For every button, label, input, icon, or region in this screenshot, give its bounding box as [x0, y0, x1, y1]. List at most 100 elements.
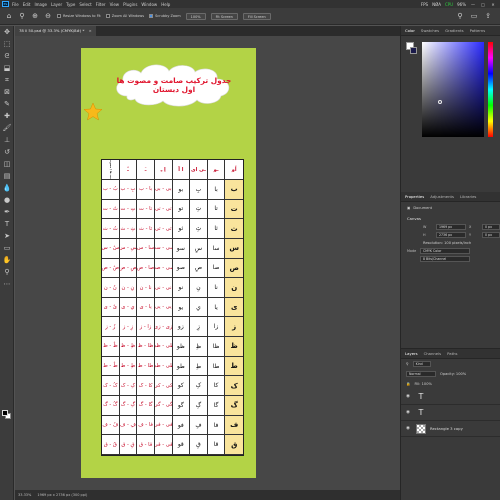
- mode-select[interactable]: CMYK Color: [420, 248, 470, 254]
- close-window-button[interactable]: ✕: [490, 2, 496, 7]
- layer-row[interactable]: ◉ T: [401, 405, 500, 421]
- table-cell: بی - بی: [154, 180, 173, 200]
- healing-brush-icon[interactable]: ✚: [0, 110, 14, 122]
- menu-plugins[interactable]: Plugins: [123, 2, 137, 7]
- zoom-100-button[interactable]: 100%: [185, 12, 206, 20]
- menu-edit[interactable]: Edit: [23, 2, 31, 7]
- height-field[interactable]: 2736 px: [436, 232, 466, 238]
- tab-paths[interactable]: Paths: [447, 351, 457, 356]
- home-icon[interactable]: ⌂: [5, 12, 13, 20]
- clone-stamp-icon[interactable]: ⊥: [0, 134, 14, 146]
- zoom-out-icon[interactable]: ⊖: [44, 12, 52, 20]
- tab-libraries[interactable]: Libraries: [460, 194, 476, 199]
- eraser-tool-icon[interactable]: ◫: [0, 158, 14, 170]
- artboard[interactable]: جدول ترکیب صامت و مصوت ها اول دبستان صام…: [81, 48, 256, 478]
- table-base-letter: ص: [225, 258, 243, 279]
- menu-select[interactable]: Select: [79, 2, 91, 7]
- pen-tool-icon[interactable]: ✒: [0, 206, 14, 218]
- zoom-level[interactable]: 33.33%: [18, 493, 31, 497]
- fill-control[interactable]: Fill: 100%: [414, 382, 431, 386]
- document-tab[interactable]: 78 ll 50.psd @ 33.3% (CMYK/8#) * ×: [15, 26, 96, 36]
- table-header: اِ ـِ: [154, 160, 173, 180]
- tab-properties[interactable]: Properties: [405, 194, 424, 199]
- tab-layers[interactable]: Layers: [405, 351, 418, 356]
- fill-screen-button[interactable]: Fill Screen: [242, 12, 271, 20]
- search-icon[interactable]: ⚲: [456, 12, 464, 20]
- width-field[interactable]: 1969 px: [436, 224, 466, 230]
- menu-layer[interactable]: Layer: [51, 2, 62, 7]
- text-layer-icon: T: [418, 391, 424, 401]
- visibility-eye-icon[interactable]: ◉: [406, 410, 412, 415]
- tab-gradients[interactable]: Gradients: [445, 28, 464, 33]
- crop-tool-icon[interactable]: ⌗: [0, 74, 14, 86]
- bit-depth-select[interactable]: 8 Bits/Channel: [420, 256, 470, 262]
- zoom-tool-side-icon[interactable]: ⚲: [0, 266, 14, 278]
- y-field[interactable]: 0 px: [482, 232, 500, 238]
- table-header: ـو: [207, 160, 226, 180]
- color-swatches[interactable]: [2, 410, 12, 420]
- table-cell: زُ - ز: [102, 317, 120, 338]
- visibility-eye-icon[interactable]: ◉: [406, 426, 412, 431]
- marquee-tool-icon[interactable]: ⬚: [0, 38, 14, 50]
- canvas-area[interactable]: جدول ترکیب صامت و مصوت ها اول دبستان صام…: [15, 36, 400, 490]
- panel-background-swatch[interactable]: [410, 47, 417, 54]
- tab-adjustments[interactable]: Adjustments: [430, 194, 454, 199]
- table-cell: قو: [172, 435, 191, 455]
- menu-type[interactable]: Type: [66, 2, 75, 7]
- layer-row[interactable]: ◉ T: [401, 389, 500, 405]
- table-cell: فا: [207, 415, 226, 436]
- fit-screen-button[interactable]: Fit Screen: [210, 12, 238, 20]
- frame-tool-icon[interactable]: ⊠: [0, 86, 14, 98]
- type-tool-icon[interactable]: T: [0, 218, 14, 230]
- menu-image[interactable]: Image: [34, 2, 47, 7]
- layer-row[interactable]: ◉ Rectangle 3 copy: [401, 421, 500, 437]
- menu-window[interactable]: Window: [141, 2, 157, 7]
- dodge-tool-icon[interactable]: ●: [0, 194, 14, 206]
- scrubby-zoom-checkbox[interactable]: Scrubby Zoom: [149, 14, 181, 18]
- tab-channels[interactable]: Channels: [424, 351, 442, 356]
- workspace-icon[interactable]: ▭: [470, 12, 478, 20]
- menu-file[interactable]: File: [12, 2, 19, 7]
- hue-slider[interactable]: [488, 42, 493, 137]
- minimize-button[interactable]: —: [470, 2, 476, 7]
- brush-tool-icon[interactable]: 🖌: [0, 122, 14, 134]
- table-base-letter: ز: [225, 317, 243, 338]
- hand-tool-icon[interactable]: ✋: [0, 254, 14, 266]
- foreground-color[interactable]: [2, 410, 8, 416]
- lock-icon[interactable]: 🔒: [406, 382, 410, 386]
- table-cell: کا: [207, 376, 226, 397]
- menu-view[interactable]: View: [110, 2, 120, 7]
- history-brush-icon[interactable]: ↺: [0, 146, 14, 158]
- color-picker-field[interactable]: [422, 42, 484, 137]
- opacity-control[interactable]: Opacity: 100%: [440, 372, 466, 376]
- more-tools-icon[interactable]: ⋯: [0, 278, 14, 290]
- x-field[interactable]: 0 px: [482, 224, 500, 230]
- zoom-tool-icon[interactable]: ⚲: [18, 12, 26, 20]
- zoom-in-icon[interactable]: ⊕: [31, 12, 39, 20]
- close-document-icon[interactable]: ×: [89, 28, 92, 33]
- gradient-tool-icon[interactable]: ▤: [0, 170, 14, 182]
- maximize-button[interactable]: □: [480, 2, 486, 7]
- menu-help[interactable]: Help: [161, 2, 170, 7]
- zoom-all-checkbox[interactable]: Zoom All Windows: [105, 14, 144, 18]
- share-icon[interactable]: ⇪: [484, 12, 492, 20]
- color-picker-handle[interactable]: [438, 100, 442, 104]
- lasso-tool-icon[interactable]: ᘓ: [0, 50, 14, 62]
- blur-tool-icon[interactable]: 💧: [0, 182, 14, 194]
- move-tool-icon[interactable]: ✥: [0, 26, 14, 38]
- resize-windows-checkbox[interactable]: Resize Windows to Fit: [57, 14, 101, 18]
- table-cell: قا - ق: [137, 435, 155, 455]
- table-cell: گا - گ: [137, 396, 155, 416]
- menu-filter[interactable]: Filter: [96, 2, 106, 7]
- tab-patterns[interactable]: Patterns: [470, 28, 486, 33]
- object-select-tool-icon[interactable]: ⬓: [0, 62, 14, 74]
- visibility-eye-icon[interactable]: ◉: [406, 394, 412, 399]
- blend-mode-select[interactable]: Normal: [406, 371, 436, 377]
- kind-filter-select[interactable]: Kind: [412, 361, 431, 367]
- tab-swatches[interactable]: Swatches: [421, 28, 439, 33]
- tab-color[interactable]: Color: [405, 28, 415, 33]
- eyedropper-tool-icon[interactable]: ✎: [0, 98, 14, 110]
- shape-tool-icon[interactable]: ▭: [0, 242, 14, 254]
- table-base-letter: ق: [225, 435, 243, 455]
- path-select-icon[interactable]: ➤: [0, 230, 14, 242]
